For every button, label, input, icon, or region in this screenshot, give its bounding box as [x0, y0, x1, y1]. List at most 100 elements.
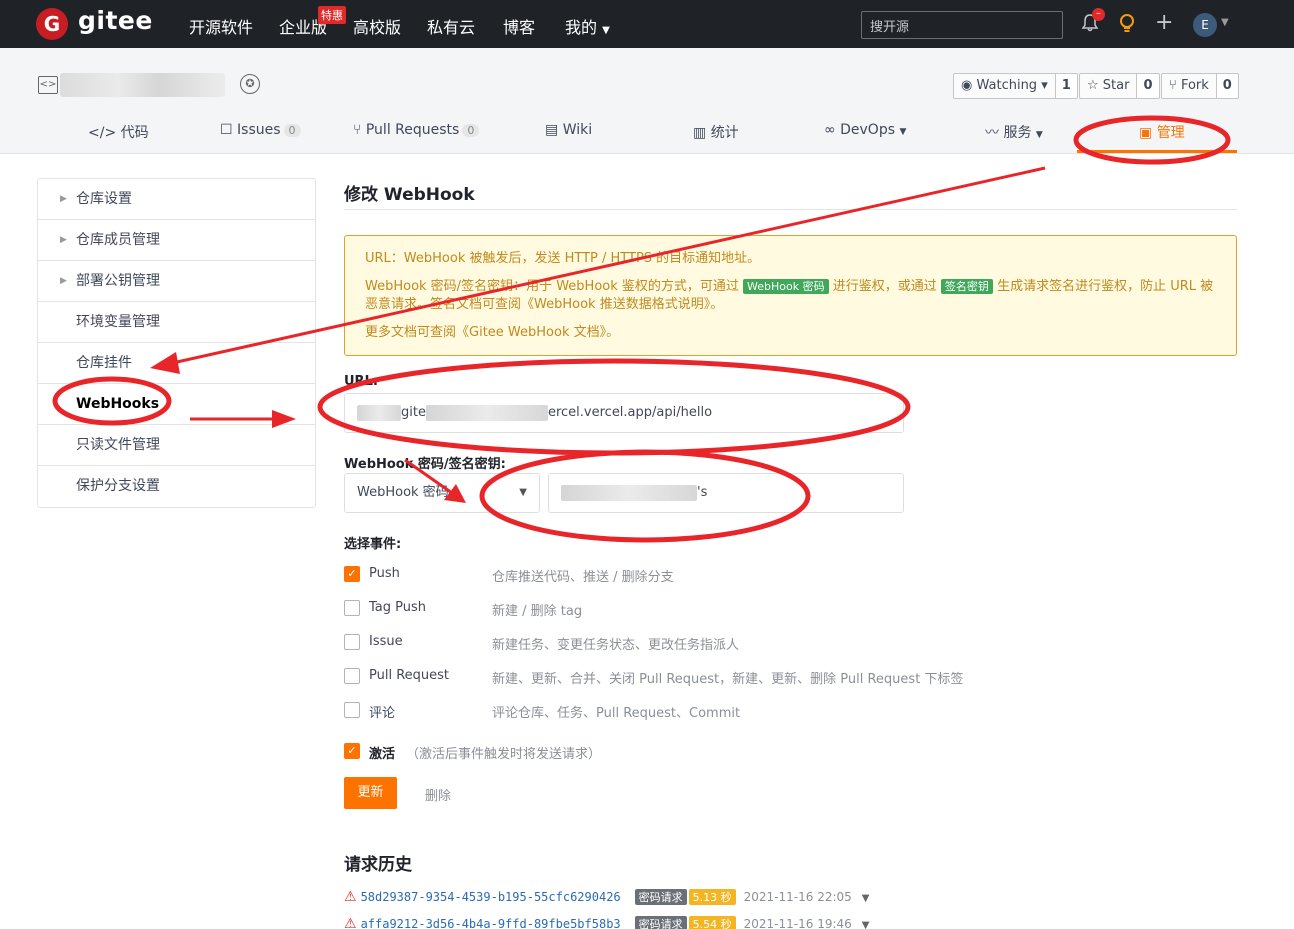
watch-button-group[interactable]: ◉ Watching ▾ 1 — [953, 73, 1078, 99]
chevron-down-icon[interactable]: ▼ — [1221, 17, 1229, 28]
push-checkbox[interactable]: ✓ — [344, 566, 360, 582]
history-row[interactable]: ⚠ 58d29387-9354-4539-b195-55cfc6290426 密码请… — [344, 889, 870, 907]
infinity-icon: ∞ — [824, 122, 836, 138]
payload-doc-link[interactable]: 《WebHook 推送数据格式说明》 — [521, 297, 710, 312]
nav-mine[interactable]: 我的 ▼ — [565, 14, 610, 38]
info-text: 进行鉴权，或通过 — [832, 279, 937, 294]
webhook-doc-link[interactable]: 《Gitee WebHook 文档》 — [456, 325, 606, 340]
delete-button[interactable]: 删除 — [425, 785, 451, 804]
tag-push-checkbox[interactable] — [344, 600, 360, 616]
tab-stats-label: 统计 — [710, 125, 739, 141]
event-issue[interactable]: Issue 新建任务、变更任务状态、更改任务指派人 — [344, 634, 1044, 653]
event-push[interactable]: ✓ Push 仓库推送代码、推送 / 删除分支 — [344, 566, 1044, 585]
repo-name-blurred[interactable] — [60, 73, 225, 97]
repo-header: <> ✪ ◉ Watching ▾ 1 ☆ Star 0 ⑂ Fork 0 </… — [0, 48, 1294, 154]
sidebar-item-widgets[interactable]: 仓库挂件 — [38, 343, 315, 384]
search-input[interactable]: 搜开源 — [861, 11, 1063, 39]
history-row[interactable]: ⚠ affa9212-3d56-4b4a-9ffd-89fbe5bf58b3 密码请… — [344, 916, 870, 929]
nav-education[interactable]: 高校版 — [353, 14, 401, 38]
sidebar-item-env-vars[interactable]: 环境变量管理 — [38, 302, 315, 343]
activate-checkbox[interactable]: ✓ — [344, 743, 360, 759]
nav-blog[interactable]: 博客 — [503, 14, 535, 38]
star-button-group[interactable]: ☆ Star 0 — [1079, 73, 1160, 99]
nav-private-cloud[interactable]: 私有云 — [427, 14, 475, 38]
bar-chart-icon: ▥ — [693, 125, 707, 141]
event-name: Tag Push — [369, 600, 427, 615]
nav-open-source[interactable]: 开源软件 — [189, 14, 253, 38]
chevron-right-icon: ▶ — [60, 276, 67, 286]
tab-devops-label: DevOps — [840, 122, 896, 138]
event-desc: 新建、更新、合并、关闭 Pull Request，新建、更新、删除 Pull R… — [492, 672, 964, 687]
event-pull-request[interactable]: Pull Request 新建、更新、合并、关闭 Pull Request，新建… — [344, 668, 1044, 687]
info-secret-line: WebHook 密码/签名密钥：用于 WebHook 鉴权的方式，可通过 Web… — [365, 278, 1216, 314]
tab-issues[interactable]: ☐ Issues 0 — [220, 122, 301, 138]
info-text: 更多文档可查阅 — [365, 325, 457, 340]
event-comment[interactable]: 评论 评论仓库、任务、Pull Request、Commit — [344, 702, 1044, 721]
activate-toggle[interactable]: ✓ 激活 （激活后事件触发时将发送请求） — [344, 743, 744, 762]
tab-code[interactable]: </> 代码 — [88, 122, 149, 142]
pull-request-checkbox[interactable] — [344, 668, 360, 684]
history-id[interactable]: 58d29387-9354-4539-b195-55cfc6290426 — [361, 890, 621, 904]
secret-input[interactable]: 's — [548, 473, 904, 513]
info-text: 。 — [710, 297, 724, 312]
issues-icon: ☐ — [220, 122, 233, 138]
tab-wiki[interactable]: ▤ Wiki — [545, 122, 592, 138]
history-id[interactable]: affa9212-3d56-4b4a-9ffd-89fbe5bf58b3 — [361, 917, 621, 929]
blurred-text — [561, 484, 697, 501]
secret-type-select[interactable]: WebHook 密码 ▼ — [344, 473, 540, 513]
blurred-text — [357, 404, 401, 421]
sidebar-item-deploy-keys[interactable]: ▶ 部署公钥管理 — [38, 261, 315, 302]
url-input[interactable]: gite ercel.vercel.app/api/hello — [344, 393, 904, 433]
comment-checkbox[interactable] — [344, 702, 360, 718]
url-value-part: ercel.vercel.app/api/hello — [547, 405, 713, 420]
avatar[interactable]: E — [1193, 13, 1217, 37]
code-repo-icon: <> — [38, 76, 58, 94]
gitee-logo-icon[interactable]: G — [36, 8, 68, 40]
star-count[interactable]: 0 — [1137, 73, 1160, 99]
events-label: 选择事件: — [344, 537, 402, 552]
sidebar-item-label: 部署公钥管理 — [76, 273, 160, 289]
event-desc: 新建 / 删除 tag — [492, 604, 583, 619]
tab-pr-label: Pull Requests — [365, 122, 460, 138]
settings-sidebar: ▶ 仓库设置 ▶ 仓库成员管理 ▶ 部署公钥管理 环境变量管理 仓库挂件 WebHoo… — [37, 178, 316, 508]
pr-count: 0 — [462, 124, 480, 137]
sidebar-item-members[interactable]: ▶ 仓库成员管理 — [38, 220, 315, 261]
sidebar-item-label: 仓库挂件 — [76, 355, 132, 371]
tab-devops[interactable]: ∞ DevOps ▼ — [824, 122, 906, 138]
active-tab-indicator — [1077, 150, 1237, 153]
history-type-tag: 密码请求 — [634, 889, 687, 905]
chevron-right-icon: ▶ — [60, 194, 67, 204]
event-tag-push[interactable]: Tag Push 新建 / 删除 tag — [344, 600, 1044, 619]
sidebar-item-repo-settings[interactable]: ▶ 仓库设置 — [38, 179, 315, 220]
event-name: Pull Request — [369, 668, 450, 683]
tab-manage[interactable]: ▣ 管理 — [1139, 122, 1185, 142]
star-button[interactable]: ☆ Star — [1079, 73, 1138, 99]
chevron-down-icon[interactable]: ▼ — [862, 920, 870, 929]
tab-pull-requests[interactable]: ⑂ Pull Requests 0 — [353, 122, 480, 138]
watch-button[interactable]: ◉ Watching ▾ — [953, 73, 1056, 99]
issue-checkbox[interactable] — [344, 634, 360, 650]
update-button[interactable]: 更新 — [344, 777, 397, 809]
award-badge-icon[interactable]: ✪ — [240, 74, 260, 94]
chevron-down-icon[interactable]: ▼ — [862, 893, 870, 904]
fork-button-group[interactable]: ⑂ Fork 0 — [1161, 73, 1239, 99]
history-duration-tag: 5.54 秒 — [688, 916, 736, 929]
chevron-down-icon: ▼ — [899, 127, 907, 137]
sidebar-item-readonly-files[interactable]: 只读文件管理 — [38, 425, 315, 466]
sidebar-item-webhooks[interactable]: WebHooks — [38, 384, 315, 425]
sidebar-item-label: 仓库设置 — [76, 191, 132, 207]
tab-stats[interactable]: ▥ 统计 — [693, 122, 739, 142]
gitee-logo-text[interactable]: gitee — [78, 6, 153, 35]
chevron-down-icon: ▼ — [519, 487, 527, 498]
sidebar-item-protected-branches[interactable]: 保护分支设置 — [38, 466, 315, 507]
tab-services[interactable]: 〰 服务 ▼ — [985, 122, 1043, 142]
fork-count[interactable]: 0 — [1216, 73, 1239, 99]
fork-button[interactable]: ⑂ Fork — [1161, 73, 1217, 99]
watch-count[interactable]: 1 — [1055, 73, 1078, 99]
lightbulb-icon[interactable] — [1117, 13, 1137, 40]
issues-count: 0 — [283, 124, 301, 137]
info-text: WebHook 密码/签名密钥：用于 WebHook 鉴权的方式，可通过 — [365, 279, 739, 294]
plus-icon[interactable]: + — [1155, 10, 1173, 35]
tab-issues-label: Issues — [237, 122, 281, 138]
tab-services-label: 服务 — [1003, 125, 1032, 141]
